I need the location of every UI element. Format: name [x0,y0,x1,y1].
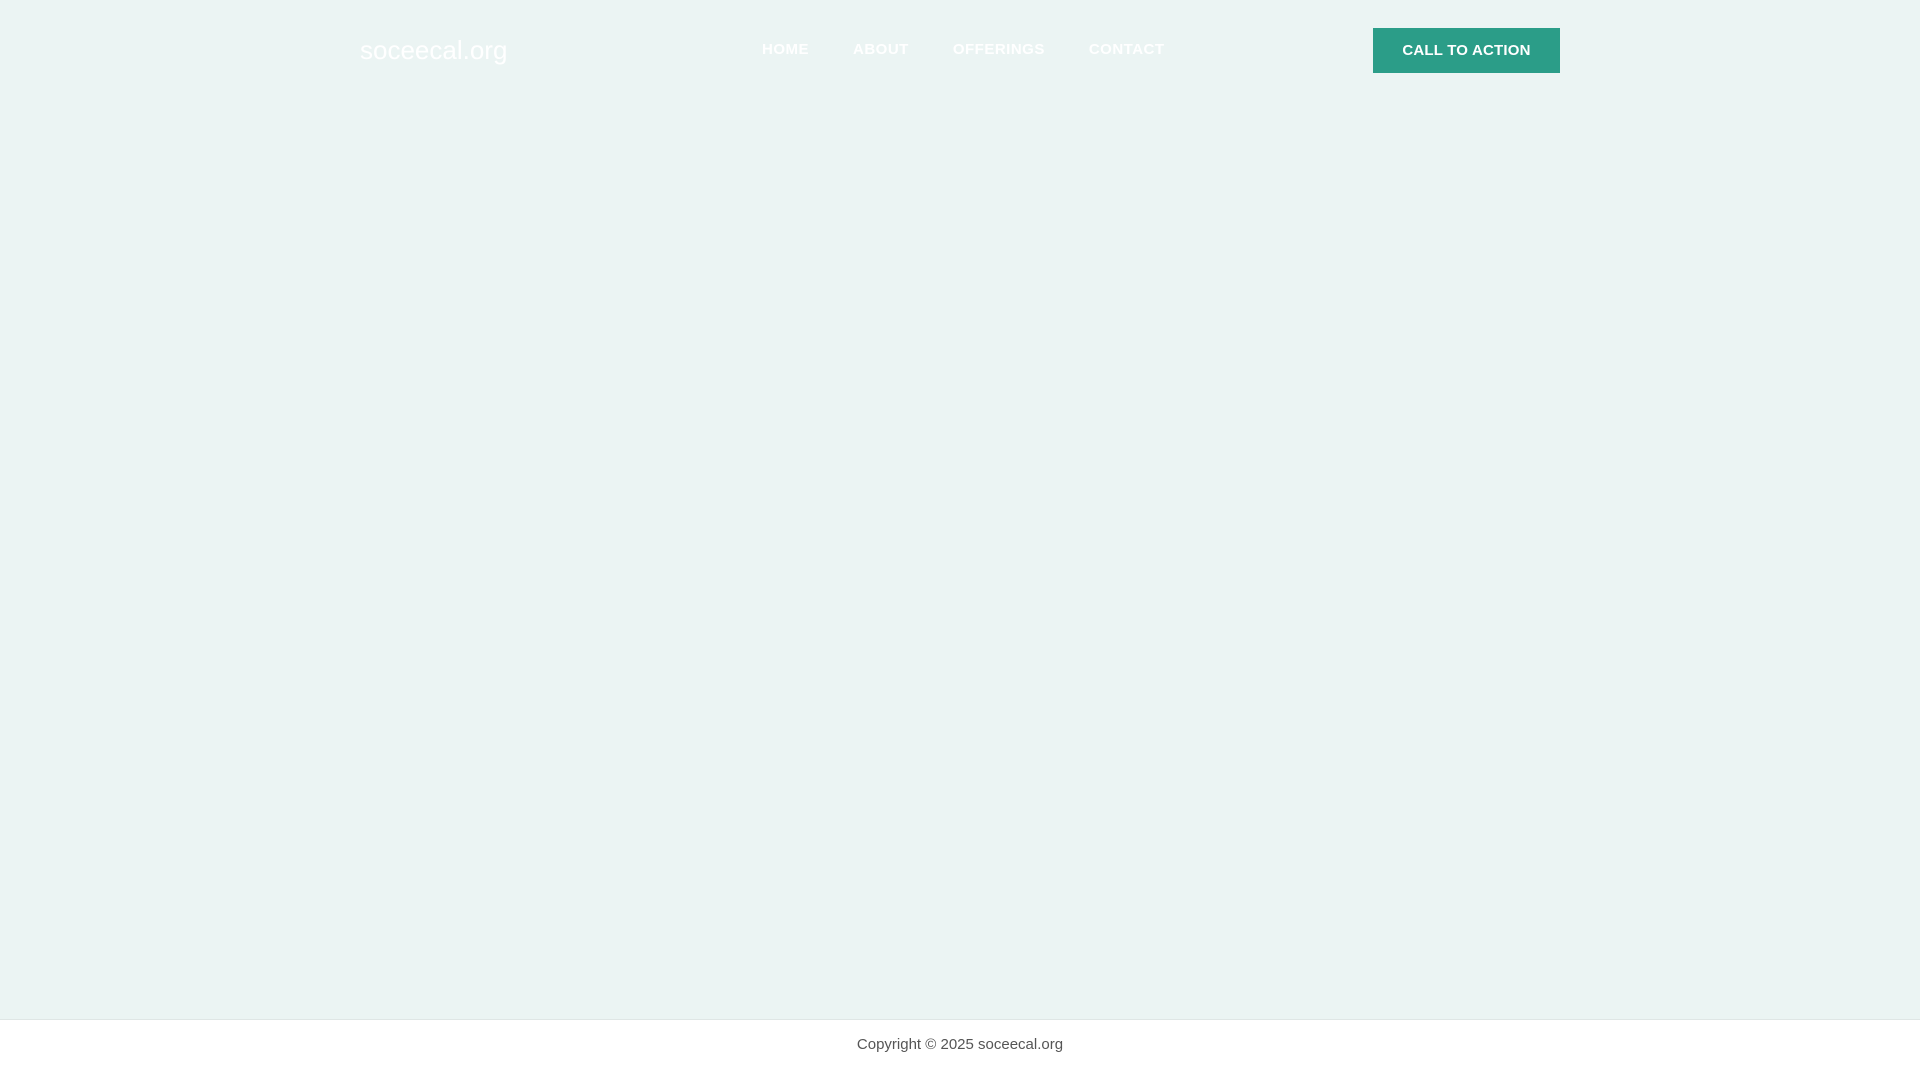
call-to-action-button[interactable]: CALL TO ACTION [1373,28,1560,73]
main-content [0,100,1920,1019]
site-header: soceecal.org HOME ABOUT OFFERINGS CONTAC… [0,0,1920,100]
nav-link-contact[interactable]: CONTACT [1067,38,1187,62]
main-nav: HOME ABOUT OFFERINGS CONTACT [740,38,1187,62]
nav-link-about[interactable]: ABOUT [831,38,931,62]
nav-link-home[interactable]: HOME [740,38,831,62]
nav-link-offerings[interactable]: OFFERINGS [931,38,1067,62]
site-logo-link[interactable]: soceecal.org [360,31,507,69]
site-footer: Copyright © 2025 soceecal.org [0,1019,1920,1080]
copyright-text: Copyright © 2025 soceecal.org [856,1035,1064,1053]
